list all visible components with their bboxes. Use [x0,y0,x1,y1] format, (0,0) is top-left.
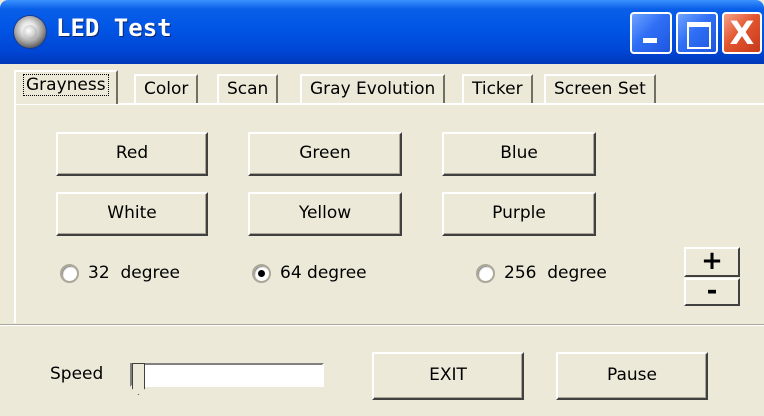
increase-button[interactable]: + [684,247,740,277]
tab-label: Color [144,79,189,99]
tab-color[interactable]: Color [134,74,199,104]
tab-label: Gray Evolution [310,79,436,99]
tab-screen-set[interactable]: Screen Set [544,74,656,104]
decrease-button[interactable]: - [684,278,740,306]
tab-label: Grayness [23,74,109,96]
radio-label: 64 degree [280,263,367,283]
radio-32-degree[interactable]: 32 degree [60,259,180,287]
radio-256-degree[interactable]: 256 degree [476,259,607,287]
slider-thumb[interactable] [132,363,145,395]
app-icon[interactable] [14,16,46,48]
tab-ticker[interactable]: Ticker [462,74,533,104]
tab-label: Scan [227,79,269,99]
yellow-button[interactable]: Yellow [248,192,402,236]
close-icon: X [729,14,755,52]
red-button[interactable]: Red [56,132,208,176]
tab-scan[interactable]: Scan [217,74,279,104]
minimize-button[interactable] [630,12,672,54]
purple-button[interactable]: Purple [442,192,596,236]
radio-label: 256 degree [504,263,607,283]
green-button[interactable]: Green [248,132,402,176]
close-button[interactable]: X [722,12,762,54]
pause-button[interactable]: Pause [556,352,708,400]
tab-grayness[interactable]: Grayness [14,70,118,104]
radio-64-degree[interactable]: 64 degree [252,259,367,287]
tab-gray-evolution[interactable]: Gray Evolution [300,74,446,104]
blue-button[interactable]: Blue [442,132,596,176]
radio-indicator[interactable] [252,263,271,283]
radio-label: 32 degree [88,263,181,283]
white-button[interactable]: White [56,192,208,236]
maximize-button[interactable] [676,12,718,54]
window-title: LED Test [56,14,172,42]
radio-indicator[interactable] [60,263,79,283]
tab-label: Ticker [472,79,523,99]
title-bar[interactable]: LED Test X [0,0,764,64]
tab-label: Screen Set [554,79,646,99]
radio-indicator[interactable] [476,263,495,283]
speed-slider[interactable] [130,363,324,395]
speed-label: Speed [50,364,104,384]
divider [0,324,764,326]
exit-button[interactable]: EXIT [372,352,524,400]
